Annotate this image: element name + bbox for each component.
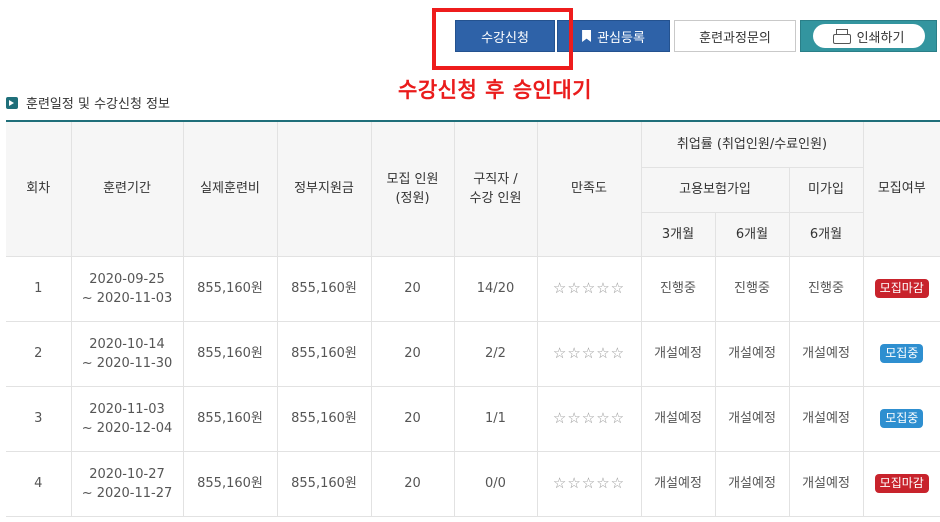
star-rating-icon: ☆☆☆☆☆ bbox=[552, 343, 626, 362]
header-applicants-line2: 수강 인원 bbox=[469, 190, 522, 206]
add-favorite-label: 관심등록 bbox=[597, 30, 645, 46]
cell-round: 2 bbox=[6, 320, 72, 387]
table-row: 2 2020-10-14 ~ 2020-11-30 855,160원 855,16… bbox=[6, 320, 940, 387]
annotation-text: 수강신청 후 승인대기 bbox=[398, 78, 593, 102]
header-round: 회차 bbox=[6, 120, 72, 257]
cell-capacity: 20 bbox=[370, 450, 455, 517]
header-actual-fee: 실제훈련비 bbox=[182, 120, 278, 257]
cell-period-end: ~ 2020-11-03 bbox=[81, 290, 173, 306]
annotation-highlight-box bbox=[432, 8, 573, 70]
header-gov-support: 정부지원금 bbox=[276, 120, 372, 257]
cell-period-end: ~ 2020-11-30 bbox=[81, 355, 173, 371]
cell-satisfaction: ☆☆☆☆☆ bbox=[536, 255, 642, 322]
section-heading: 훈련일정 및 수강신청 정보 bbox=[6, 93, 170, 112]
cell-period: 2020-11-03 ~ 2020-12-04 bbox=[70, 385, 184, 452]
cell-satisfaction: ☆☆☆☆☆ bbox=[536, 320, 642, 387]
table-row: 4 2020-10-27 ~ 2020-11-27 855,160원 855,16… bbox=[6, 450, 940, 517]
status-badge: 모집중 bbox=[880, 344, 924, 363]
cell-status: 모집중 bbox=[862, 320, 940, 387]
header-insured: 고용보험가입 bbox=[641, 166, 790, 213]
cell-actual-fee: 855,160원 bbox=[182, 450, 278, 517]
course-inquiry-label: 훈련과정문의 bbox=[699, 30, 771, 46]
cell-applicants: 0/0 bbox=[453, 450, 538, 517]
cell-round: 1 bbox=[6, 255, 72, 322]
cell-applicants: 14/20 bbox=[453, 255, 538, 322]
header-employment-rate: 취업률 (취업인원/수료인원) bbox=[640, 120, 864, 168]
cell-capacity: 20 bbox=[370, 320, 455, 387]
cell-capacity: 20 bbox=[370, 385, 455, 452]
cell-insured-6m: 개설예정 bbox=[714, 450, 790, 517]
star-rating-icon: ☆☆☆☆☆ bbox=[552, 473, 626, 492]
bookmark-icon bbox=[582, 30, 592, 42]
cell-actual-fee: 855,160원 bbox=[182, 320, 278, 387]
section-title: 훈련일정 및 수강신청 정보 bbox=[26, 97, 170, 112]
cell-round: 3 bbox=[6, 385, 72, 452]
header-uninsured: 미가입 bbox=[788, 166, 863, 213]
cell-period: 2020-09-25 ~ 2020-11-03 bbox=[70, 255, 184, 322]
status-badge: 모집중 bbox=[880, 409, 924, 428]
cell-uninsured-6m: 진행중 bbox=[788, 255, 864, 322]
cell-status: 모집마감 bbox=[862, 450, 940, 517]
cell-insured-3m: 개설예정 bbox=[640, 450, 716, 517]
add-favorite-button[interactable]: 관심등록 bbox=[557, 20, 670, 52]
printer-icon bbox=[832, 29, 851, 44]
header-capacity-line1: 모집 인원 bbox=[386, 171, 439, 187]
schedule-table: 회차 훈련기간 실제훈련비 정부지원금 모집 인원 (정원) 구직자 / 수강 … bbox=[6, 120, 940, 517]
cell-actual-fee: 855,160원 bbox=[182, 255, 278, 322]
cell-period-start: 2020-10-14 bbox=[89, 336, 165, 352]
status-badge: 모집마감 bbox=[874, 474, 929, 493]
cell-period-start: 2020-10-27 bbox=[89, 466, 165, 482]
cell-gov-support: 855,160원 bbox=[276, 450, 372, 517]
cell-period-end: ~ 2020-11-27 bbox=[81, 485, 173, 501]
cell-uninsured-6m: 개설예정 bbox=[788, 320, 864, 387]
cell-insured-6m: 개설예정 bbox=[714, 385, 790, 452]
cell-uninsured-6m: 개설예정 bbox=[788, 450, 864, 517]
header-insured-6m: 6개월 bbox=[714, 211, 790, 257]
cell-gov-support: 855,160원 bbox=[276, 320, 372, 387]
header-applicants: 구직자 / 수강 인원 bbox=[453, 120, 538, 257]
status-badge: 모집마감 bbox=[874, 279, 929, 298]
course-inquiry-button[interactable]: 훈련과정문의 bbox=[674, 20, 796, 52]
header-capacity-line2: (정원) bbox=[395, 190, 430, 206]
cell-insured-3m: 진행중 bbox=[640, 255, 716, 322]
print-label: 인쇄하기 bbox=[856, 30, 905, 46]
header-applicants-line1: 구직자 / bbox=[473, 171, 518, 187]
cell-status: 모집마감 bbox=[862, 255, 940, 322]
cell-period-start: 2020-09-25 bbox=[89, 271, 165, 287]
cell-period-start: 2020-11-03 bbox=[89, 401, 165, 417]
cell-satisfaction: ☆☆☆☆☆ bbox=[536, 385, 642, 452]
cell-insured-6m: 개설예정 bbox=[714, 320, 790, 387]
cell-satisfaction: ☆☆☆☆☆ bbox=[536, 450, 642, 517]
star-rating-icon: ☆☆☆☆☆ bbox=[552, 408, 626, 427]
cell-insured-3m: 개설예정 bbox=[640, 320, 716, 387]
header-uninsured-6m: 6개월 bbox=[788, 211, 863, 257]
cell-insured-6m: 진행중 bbox=[714, 255, 790, 322]
cell-period: 2020-10-14 ~ 2020-11-30 bbox=[70, 320, 184, 387]
cell-applicants: 2/2 bbox=[453, 320, 538, 387]
cell-capacity: 20 bbox=[370, 255, 455, 322]
header-period: 훈련기간 bbox=[70, 120, 184, 257]
cell-gov-support: 855,160원 bbox=[276, 255, 372, 322]
table-row: 1 2020-09-25 ~ 2020-11-03 855,160원 855,16… bbox=[6, 255, 940, 322]
cell-uninsured-6m: 개설예정 bbox=[788, 385, 864, 452]
cell-applicants: 1/1 bbox=[453, 385, 538, 452]
header-capacity: 모집 인원 (정원) bbox=[370, 120, 455, 257]
table-row: 3 2020-11-03 ~ 2020-12-04 855,160원 855,16… bbox=[6, 385, 940, 452]
cell-period-end: ~ 2020-12-04 bbox=[81, 420, 173, 436]
star-rating-icon: ☆☆☆☆☆ bbox=[552, 278, 626, 297]
print-pill: 인쇄하기 bbox=[812, 24, 925, 48]
cell-round: 4 bbox=[6, 450, 72, 517]
print-button[interactable]: 인쇄하기 bbox=[800, 20, 937, 52]
header-recruit-status: 모집여부 bbox=[862, 120, 940, 257]
cell-status: 모집중 bbox=[862, 385, 940, 452]
cell-gov-support: 855,160원 bbox=[276, 385, 372, 452]
header-insured-3m: 3개월 bbox=[641, 211, 716, 257]
cell-insured-3m: 개설예정 bbox=[640, 385, 716, 452]
arrow-bullet-icon bbox=[6, 96, 18, 109]
header-satisfaction: 만족도 bbox=[536, 120, 642, 257]
cell-actual-fee: 855,160원 bbox=[182, 385, 278, 452]
cell-period: 2020-10-27 ~ 2020-11-27 bbox=[70, 450, 184, 517]
